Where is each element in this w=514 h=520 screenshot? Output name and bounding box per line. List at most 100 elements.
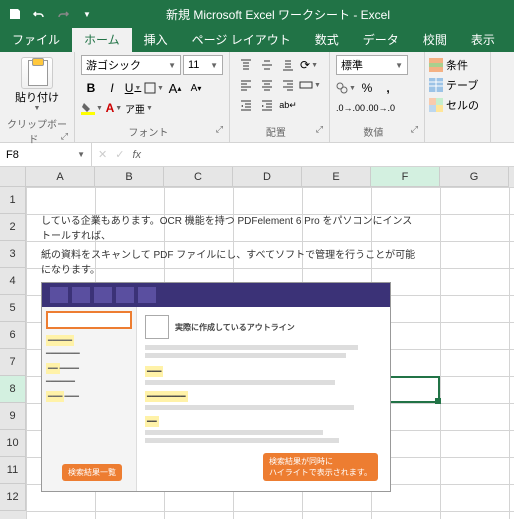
- save-icon[interactable]: [4, 3, 26, 25]
- font-name-combo[interactable]: 游ゴシック▼: [81, 55, 181, 75]
- col-header[interactable]: G: [440, 167, 509, 187]
- orientation-button[interactable]: ⟳▼: [299, 55, 319, 75]
- fill-handle[interactable]: [435, 398, 441, 404]
- tab-pagelayout[interactable]: ページ レイアウト: [180, 28, 303, 52]
- row-header[interactable]: 6: [0, 322, 26, 349]
- text-line: している企業もあります。OCR 機能を持つ PDFelement 6 Pro を…: [41, 214, 421, 244]
- increase-font-button[interactable]: A▴: [165, 78, 185, 98]
- italic-button[interactable]: I: [102, 78, 122, 98]
- font-color-button[interactable]: A▼: [104, 98, 124, 118]
- align-center-button[interactable]: [257, 75, 277, 95]
- embed-document: 実際に作成しているアウトライン ━━━ ━━━━━━━━ ━━ 検索結果が同時に…: [137, 307, 390, 492]
- ribbon: 貼り付け ▼ クリップボード⤢ 游ゴシック▼ 11▼ B I U▼ ▼ A▴ A…: [0, 52, 514, 143]
- increase-decimal-button[interactable]: .0→.00: [336, 98, 365, 118]
- alignment-label: 配置⤢: [236, 122, 323, 139]
- fill-color-button[interactable]: ▼: [81, 98, 103, 118]
- col-header[interactable]: B: [95, 167, 164, 187]
- font-size-combo[interactable]: 11▼: [183, 55, 223, 75]
- row-header[interactable]: 10: [0, 430, 26, 457]
- align-bottom-button[interactable]: [278, 55, 298, 75]
- decrease-font-button[interactable]: A▾: [186, 78, 206, 98]
- paste-label: 貼り付け: [15, 89, 59, 105]
- accounting-button[interactable]: ▼: [336, 78, 356, 98]
- phonetic-button[interactable]: ア亜▼: [125, 98, 153, 118]
- comma-button[interactable]: ,: [378, 78, 398, 98]
- format-table-button[interactable]: テーブ: [427, 75, 488, 95]
- ribbon-tabs: ファイル ホーム 挿入 ページ レイアウト 数式 データ 校閲 表示: [0, 28, 514, 52]
- column-headers: A B C D E F G: [0, 167, 514, 187]
- row-header[interactable]: 9: [0, 403, 26, 430]
- row-header[interactable]: 7: [0, 349, 26, 376]
- select-all-corner[interactable]: [0, 167, 26, 187]
- number-launcher-icon[interactable]: ⤢: [411, 124, 418, 135]
- embed-sidebar: ━━━━━ ━━━━━━━ ━━━━━━ ━━━━━━ ━━━━━━ 検索結果一…: [42, 307, 137, 492]
- col-header[interactable]: D: [233, 167, 302, 187]
- decrease-indent-button[interactable]: [236, 95, 256, 115]
- number-group: 標準▼ ▼ % , .0→.00 .00→.0 数値⤢: [330, 52, 425, 142]
- align-middle-button[interactable]: [257, 55, 277, 75]
- percent-button[interactable]: %: [357, 78, 377, 98]
- alignment-group: ⟳▼ ▼ ab↵ 配置⤢: [230, 52, 330, 142]
- window-title: 新規 Microsoft Excel ワークシート - Excel: [102, 6, 514, 23]
- tab-file[interactable]: ファイル: [0, 28, 72, 52]
- alignment-launcher-icon[interactable]: ⤢: [316, 124, 323, 135]
- tab-formulas[interactable]: 数式: [303, 28, 351, 52]
- align-right-button[interactable]: [278, 75, 298, 95]
- titlebar: ▼ 新規 Microsoft Excel ワークシート - Excel: [0, 0, 514, 28]
- undo-icon[interactable]: [28, 3, 50, 25]
- clipboard-launcher-icon[interactable]: ⤢: [61, 131, 68, 142]
- font-label: フォント⤢: [81, 122, 223, 139]
- col-header[interactable]: A: [26, 167, 95, 187]
- paste-button[interactable]: 貼り付け ▼: [6, 55, 68, 114]
- align-top-button[interactable]: [236, 55, 256, 75]
- bold-button[interactable]: B: [81, 78, 101, 98]
- font-group: 游ゴシック▼ 11▼ B I U▼ ▼ A▴ A▾ ▼ A▼ ア亜▼ フォント⤢: [75, 52, 230, 142]
- formula-input[interactable]: [147, 143, 514, 166]
- cell-styles-button[interactable]: セルの: [427, 95, 488, 115]
- row-header[interactable]: 4: [0, 268, 26, 295]
- tab-review[interactable]: 校閲: [411, 28, 459, 52]
- redo-icon[interactable]: [52, 3, 74, 25]
- cell-content: している企業もあります。OCR 機能を持つ PDFelement 6 Pro を…: [41, 214, 421, 492]
- cancel-icon[interactable]: ✕: [98, 148, 107, 161]
- col-header[interactable]: C: [164, 167, 233, 187]
- row-header[interactable]: 8: [0, 376, 26, 403]
- row-header[interactable]: 2: [0, 214, 26, 241]
- increase-indent-button[interactable]: [257, 95, 277, 115]
- row-header[interactable]: 3: [0, 241, 26, 268]
- font-launcher-icon[interactable]: ⤢: [216, 124, 223, 135]
- tab-insert[interactable]: 挿入: [132, 28, 180, 52]
- tab-view[interactable]: 表示: [459, 28, 507, 52]
- tab-data[interactable]: データ: [351, 28, 411, 52]
- row-header[interactable]: 5: [0, 295, 26, 322]
- worksheet: A B C D E F G 1 2 3 4 5 6 7 8 9 10 11 12…: [0, 167, 514, 519]
- number-format-combo[interactable]: 標準▼: [336, 55, 408, 75]
- fx-icon[interactable]: fx: [132, 149, 141, 161]
- clipboard-label: クリップボード⤢: [6, 114, 68, 146]
- tab-home[interactable]: ホーム: [72, 28, 132, 52]
- decrease-decimal-button[interactable]: .00→.0: [366, 98, 395, 118]
- qat-customize-icon[interactable]: ▼: [76, 3, 98, 25]
- row-headers: 1 2 3 4 5 6 7 8 9 10 11 12: [0, 187, 26, 519]
- name-box[interactable]: F8▼: [0, 143, 92, 166]
- col-header[interactable]: F: [371, 167, 440, 187]
- number-label: 数値⤢: [336, 122, 418, 139]
- embedded-image[interactable]: ━━━━━ ━━━━━━━ ━━━━━━ ━━━━━━ ━━━━━━ 検索結果一…: [41, 282, 391, 492]
- conditional-format-button[interactable]: 条件: [427, 55, 488, 75]
- paste-icon: [21, 57, 53, 89]
- col-header[interactable]: E: [302, 167, 371, 187]
- wrap-text-button[interactable]: ab↵: [278, 95, 298, 115]
- clipboard-group: 貼り付け ▼ クリップボード⤢: [0, 52, 75, 142]
- merge-button[interactable]: ▼: [299, 75, 321, 95]
- row-header[interactable]: 11: [0, 457, 26, 484]
- row-header[interactable]: 1: [0, 187, 26, 214]
- document-icon: [145, 315, 169, 339]
- styles-group: 条件 テーブ セルの: [425, 52, 491, 142]
- enter-icon[interactable]: ✓: [115, 148, 124, 161]
- embed-badge-right: 検索結果が同時に ハイライトで表示されます。: [263, 453, 378, 481]
- underline-button[interactable]: U▼: [123, 78, 143, 98]
- border-button[interactable]: ▼: [144, 78, 164, 98]
- row-header[interactable]: 12: [0, 484, 26, 511]
- align-left-button[interactable]: [236, 75, 256, 95]
- cell-grid[interactable]: している企業もあります。OCR 機能を持つ PDFelement 6 Pro を…: [26, 187, 514, 519]
